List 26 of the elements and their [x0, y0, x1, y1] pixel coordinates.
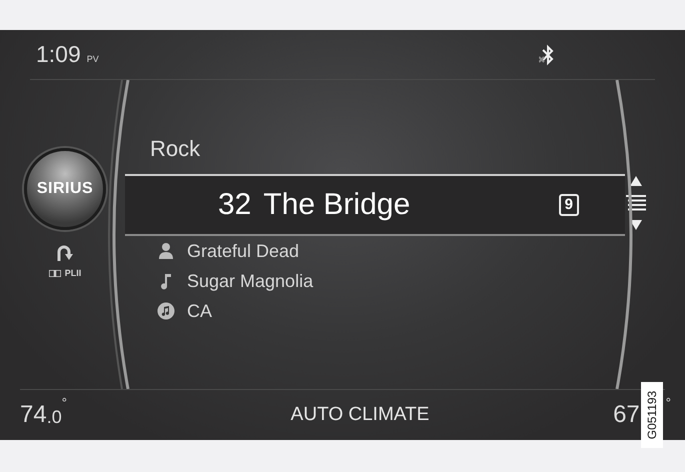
source-logo[interactable]: SIRIUS — [24, 148, 106, 230]
curved-arrow-icon — [56, 244, 74, 262]
degree-sign: ° — [666, 395, 671, 410]
scroll-up-icon[interactable] — [630, 176, 642, 186]
right-temperature: 67 — [613, 401, 640, 429]
preset-number: 9 — [558, 194, 579, 216]
music-disc-icon — [157, 302, 175, 320]
figure-label: G051193 — [641, 382, 663, 448]
artist-text: Grateful Dead — [187, 240, 300, 262]
content-text: CA — [187, 300, 212, 322]
sound-mode-label: PLII — [64, 268, 82, 278]
category-label: Rock — [149, 136, 202, 163]
scroll-down-icon[interactable] — [630, 220, 642, 230]
time-suffix: PV — [86, 54, 99, 64]
clock-time: 1:09 — [36, 41, 81, 68]
channel-number: 32 — [218, 188, 252, 222]
climate-mode: AUTO CLIMATE — [290, 404, 430, 426]
selected-channel-bar[interactable]: 32 The Bridge 9 — [125, 174, 625, 236]
song-text: Sugar Magnolia — [187, 270, 314, 292]
degree-sign: ° — [62, 395, 67, 410]
list-icon[interactable] — [626, 194, 646, 212]
left-temperature: 74 — [20, 401, 47, 429]
dolby-icon — [48, 270, 61, 276]
channel-name: The Bridge — [263, 188, 410, 222]
person-icon — [157, 242, 175, 260]
left-temperature-decimal: .0 — [46, 407, 62, 428]
